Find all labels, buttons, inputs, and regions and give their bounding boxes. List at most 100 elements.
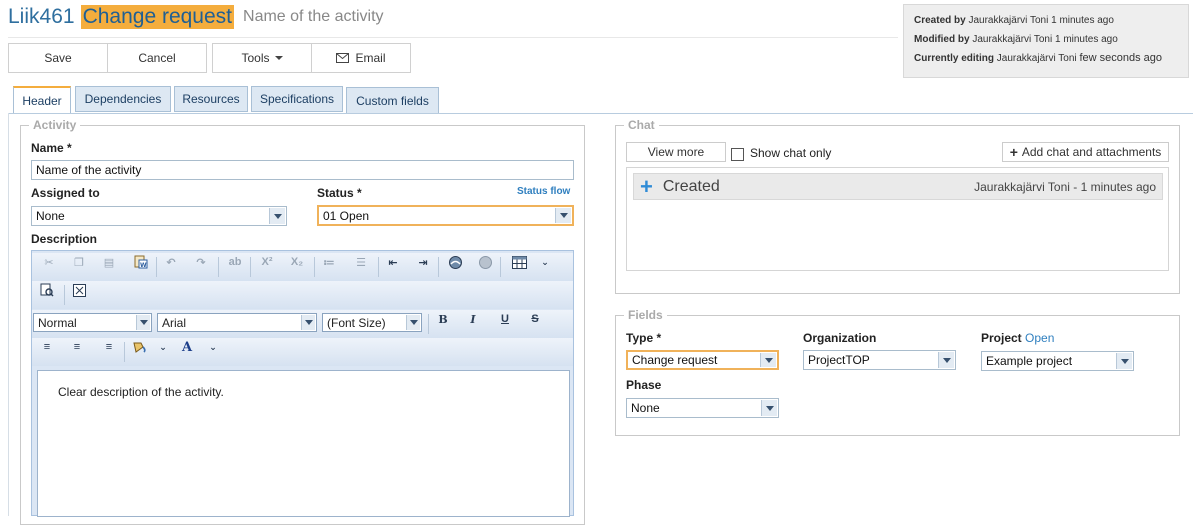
cut-icon[interactable]: ✂ [40, 253, 58, 271]
project-open-link[interactable]: Open [1025, 331, 1054, 345]
chevron-down-icon [136, 315, 150, 330]
editor-toolbar-row-4: ≡ ≡ ≡ ⌄ A ⌄ [32, 338, 573, 366]
modified-info: Modified by Jaurakkajärvi Toni 1 minutes… [914, 34, 1118, 45]
editor-toolbar-row-1: ✂ ❐ ▤ W ↶ ↷ ab X² X₂ ≔ ☰ ⇤ ⇥ ⌄ [32, 253, 573, 281]
organization-label: Organization [803, 331, 877, 345]
envelope-icon [336, 53, 350, 63]
activity-type-title: Change request [80, 5, 235, 29]
format-select[interactable]: Normal [33, 313, 152, 332]
fields-legend: Fields [624, 308, 667, 322]
tab-header[interactable]: Header [13, 86, 71, 114]
maximize-icon[interactable] [70, 281, 88, 299]
cancel-button[interactable]: Cancel [107, 43, 207, 73]
indent-icon[interactable]: ⇥ [414, 253, 432, 271]
activity-legend: Activity [29, 118, 81, 132]
email-button[interactable]: Email [311, 43, 411, 73]
name-input[interactable]: Name of the activity [31, 160, 574, 180]
preview-icon[interactable] [38, 281, 56, 299]
chevron-down-icon [555, 208, 571, 223]
strikethrough-icon[interactable]: S [526, 310, 544, 328]
align-center-icon[interactable]: ≡ [68, 338, 86, 356]
add-chat-button[interactable]: + Add chat and attachments [1002, 142, 1169, 162]
link-icon[interactable] [446, 253, 464, 271]
editing-info: Currently editing Jaurakkajärvi Toni few… [914, 52, 1162, 64]
align-left-icon[interactable]: ≡ [38, 338, 56, 356]
project-select[interactable]: Example project [981, 351, 1134, 371]
italic-icon[interactable]: I [464, 310, 482, 328]
background-color-icon[interactable] [130, 338, 148, 356]
font-size-select[interactable]: (Font Size) [322, 313, 422, 332]
toolbar-separator [428, 314, 429, 334]
page-title: Liik461 Change request Name of the activ… [8, 4, 384, 30]
description-content-area[interactable]: Clear description of the activity. [37, 370, 570, 517]
chat-entry[interactable]: + Created Jaurakkajärvi Toni - 1 minutes… [633, 173, 1163, 200]
chat-legend: Chat [624, 118, 659, 132]
status-flow-link[interactable]: Status flow [517, 186, 570, 197]
project-label: Project Open [981, 331, 1055, 345]
name-label: Name * [31, 141, 72, 155]
description-label: Description [31, 232, 98, 246]
toolbar-separator [378, 257, 379, 277]
chevron-down-icon [269, 208, 285, 224]
undo-icon[interactable]: ↶ [162, 253, 180, 271]
type-label: Type * [626, 331, 662, 345]
bullet-list-icon[interactable]: ☰ [352, 253, 370, 271]
plus-icon: + [1009, 144, 1018, 160]
chevron-down-icon[interactable]: ⌄ [204, 338, 222, 356]
toolbar-separator [218, 257, 219, 277]
copy-icon[interactable]: ❐ [70, 253, 88, 271]
chevron-down-icon [301, 315, 315, 330]
chevron-down-icon [406, 315, 420, 330]
toolbar-separator [314, 257, 315, 277]
editor-toolbar-row-2 [32, 281, 573, 309]
description-editor: ✂ ❐ ▤ W ↶ ↷ ab X² X₂ ≔ ☰ ⇤ ⇥ ⌄ Normal Ar… [31, 250, 574, 517]
chevron-down-icon [1116, 353, 1132, 369]
save-button[interactable]: Save [8, 43, 108, 73]
text-color-icon[interactable]: A [178, 338, 196, 356]
toolbar-separator [500, 257, 501, 277]
paste-word-icon[interactable]: W [132, 253, 150, 271]
toolbar-separator [250, 257, 251, 277]
font-select[interactable]: Arial [157, 313, 317, 332]
created-info: Created by Jaurakkajärvi Toni 1 minutes … [914, 15, 1114, 26]
outdent-icon[interactable]: ⇤ [384, 253, 402, 271]
status-select[interactable]: 01 Open [317, 205, 574, 226]
type-select[interactable]: Change request [626, 350, 779, 370]
panel-border [8, 113, 9, 516]
tab-resources[interactable]: Resources [174, 86, 248, 112]
phase-select[interactable]: None [626, 398, 779, 418]
toolbar-separator [156, 257, 157, 277]
organization-select[interactable]: ProjectTOP [803, 350, 956, 370]
chevron-down-icon [938, 352, 954, 368]
align-right-icon[interactable]: ≡ [100, 338, 118, 356]
activity-name-title: Name of the activity [243, 8, 384, 25]
view-more-button[interactable]: View more [626, 142, 726, 162]
caret-down-icon [274, 56, 283, 60]
expand-plus-icon[interactable]: + [640, 175, 653, 197]
redo-icon[interactable]: ↷ [192, 253, 210, 271]
table-icon[interactable] [510, 253, 528, 271]
spellcheck-icon[interactable]: ab [226, 253, 244, 271]
subscript-icon[interactable]: X₂ [288, 253, 306, 271]
chevron-down-icon[interactable]: ⌄ [536, 253, 554, 271]
assigned-to-select[interactable]: None [31, 206, 287, 226]
title-divider [8, 37, 898, 38]
toolbar-separator [64, 285, 65, 305]
paste-icon[interactable]: ▤ [100, 253, 118, 271]
chat-entry-meta: Jaurakkajärvi Toni - 1 minutes ago [974, 179, 1156, 194]
bold-icon[interactable]: B [434, 310, 452, 328]
toolbar-separator [438, 257, 439, 277]
superscript-icon[interactable]: X² [258, 253, 276, 271]
underline-icon[interactable]: U [496, 310, 514, 328]
tab-dependencies[interactable]: Dependencies [75, 86, 171, 112]
show-chat-only-checkbox[interactable] [731, 148, 744, 161]
assigned-to-label: Assigned to [31, 186, 100, 200]
svg-text:W: W [140, 262, 147, 269]
chevron-down-icon[interactable]: ⌄ [154, 338, 172, 356]
unlink-icon[interactable] [476, 253, 494, 271]
show-chat-only-label: Show chat only [750, 146, 832, 160]
tools-dropdown-button[interactable]: Tools [212, 43, 312, 73]
numbered-list-icon[interactable]: ≔ [320, 253, 338, 271]
tab-custom-fields[interactable]: Custom fields [346, 87, 439, 114]
tab-specifications[interactable]: Specifications [251, 86, 343, 112]
